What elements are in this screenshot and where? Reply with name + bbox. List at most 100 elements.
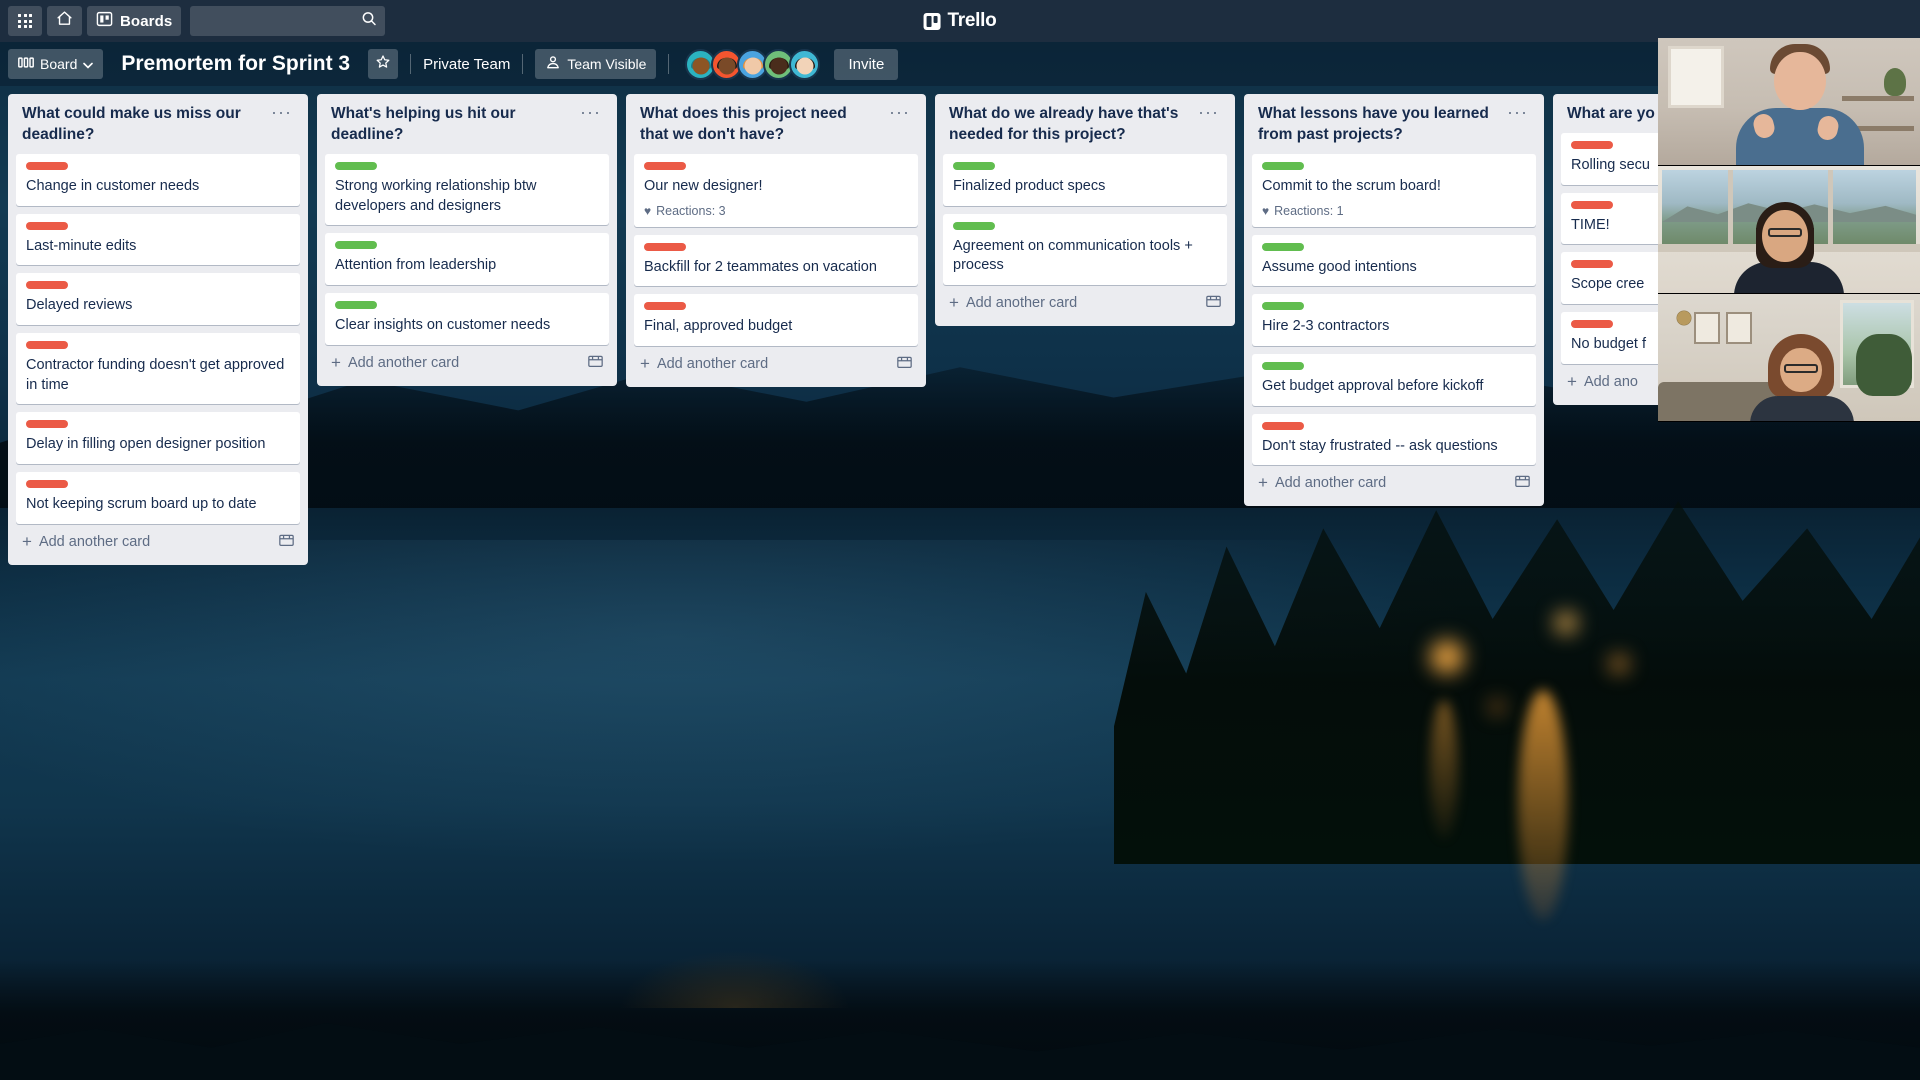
board-card[interactable]: Final, approved budget: [634, 294, 918, 346]
card-label-green[interactable]: [335, 301, 377, 309]
card-label-red[interactable]: [26, 341, 68, 349]
card-template-icon[interactable]: [279, 533, 294, 551]
card-label-red[interactable]: [26, 480, 68, 489]
board-card[interactable]: Change in customer needs: [16, 153, 300, 206]
card-title: Hire 2-3 contractors: [1262, 318, 1390, 335]
board-visibility-button[interactable]: Team Visible: [535, 49, 657, 79]
board-card[interactable]: Clear insights on customer needs: [325, 293, 609, 345]
board-card[interactable]: Our new designer! ♥ Reactions: 3: [634, 153, 918, 227]
card-label-green[interactable]: [335, 241, 377, 250]
list-header: What's helping us hit our deadline? ···: [325, 102, 609, 154]
search-input[interactable]: [190, 6, 386, 36]
add-another-card-button[interactable]: + Add another card: [325, 345, 609, 378]
board-card[interactable]: Delay in filling open designer position: [16, 412, 300, 465]
board-view-switcher-button[interactable]: Board: [8, 49, 104, 79]
add-another-card-button[interactable]: + Add another card: [943, 285, 1227, 318]
card-title: Attention from leadership: [335, 257, 497, 274]
team-visible-icon: [545, 55, 561, 73]
card-label-red[interactable]: [644, 161, 686, 170]
card-reactions-badge[interactable]: ♥ Reactions: 1: [1262, 204, 1528, 218]
invite-button[interactable]: Invite: [834, 48, 899, 80]
add-another-card-button[interactable]: + Add another card: [634, 346, 918, 379]
list-cards: Commit to the scrum board! ♥ Reactions: 1 A…: [1252, 153, 1536, 466]
card-template-icon[interactable]: [1206, 294, 1221, 312]
board-card[interactable]: Delayed reviews: [16, 273, 300, 325]
list-menu-icon[interactable]: ···: [1194, 103, 1223, 121]
board-card[interactable]: Agreement on communication tools + proce…: [943, 213, 1227, 285]
board-card[interactable]: Finalized product specs: [943, 153, 1227, 206]
list-cards: Strong working relationship btw develope…: [325, 153, 609, 345]
board-card[interactable]: Contractor funding doesn't get approved …: [16, 333, 300, 405]
board-card[interactable]: Don't stay frustrated -- ask questions: [1252, 413, 1536, 466]
plus-icon: +: [1567, 371, 1577, 391]
list-title[interactable]: What could make us miss our deadline?: [22, 104, 259, 146]
add-another-card-button[interactable]: + Add another card: [1252, 465, 1536, 498]
board-card[interactable]: Assume good intentions: [1252, 234, 1536, 287]
card-reactions-badge[interactable]: ♥ Reactions: 3: [644, 204, 910, 218]
card-title: Delay in filling open designer position: [26, 436, 266, 453]
list-title[interactable]: What does this project need that we don'…: [640, 104, 877, 146]
card-label-red[interactable]: [1571, 320, 1613, 329]
card-label-red[interactable]: [26, 161, 68, 170]
card-label-green[interactable]: [1262, 362, 1304, 370]
video-call-overlay: [1658, 38, 1920, 422]
card-template-icon[interactable]: [1515, 474, 1530, 492]
card-label-red[interactable]: [1571, 200, 1613, 209]
list-cards: Finalized product specs Agreement on comm…: [943, 153, 1227, 285]
card-label-green[interactable]: [1262, 302, 1304, 311]
card-label-red[interactable]: [1571, 140, 1613, 149]
card-label-red[interactable]: [26, 420, 68, 429]
board-card[interactable]: Attention from leadership: [325, 233, 609, 285]
board-card[interactable]: Last-minute edits: [16, 213, 300, 266]
add-card-label: Add another card: [38, 533, 151, 550]
list-title[interactable]: What do we already have that's needed fo…: [949, 104, 1186, 146]
video-participant-3[interactable]: [1658, 294, 1920, 422]
star-board-button[interactable]: [368, 49, 399, 79]
card-label-green[interactable]: [335, 161, 377, 170]
team-privacy-label[interactable]: Private Team: [423, 56, 510, 73]
list-menu-icon[interactable]: ···: [576, 103, 605, 121]
card-label-red[interactable]: [1262, 421, 1304, 430]
card-label-red[interactable]: [644, 302, 686, 311]
avatar-face: [744, 57, 762, 75]
page-title[interactable]: Premortem for Sprint 3: [115, 52, 356, 76]
board-card[interactable]: Not keeping scrum board up to date: [16, 472, 300, 524]
board-list: What's helping us hit our deadline? ··· St…: [317, 94, 617, 386]
card-template-icon[interactable]: [588, 354, 603, 372]
add-another-card-button[interactable]: + Add another card: [16, 524, 300, 557]
card-title: Backfill for 2 teammates on vacation: [644, 258, 877, 275]
member-avatar-5[interactable]: [789, 48, 821, 80]
board-card[interactable]: Backfill for 2 teammates on vacation: [634, 234, 918, 287]
video-participant-1[interactable]: [1658, 38, 1920, 166]
card-label-red[interactable]: [26, 221, 68, 230]
heart-icon: ♥: [1262, 203, 1270, 218]
boards-button[interactable]: Boards: [87, 6, 182, 36]
board-view-label: Board: [40, 56, 78, 72]
trello-logo[interactable]: Trello: [923, 10, 997, 32]
card-label-green[interactable]: [1262, 161, 1304, 170]
home-button[interactable]: [47, 6, 82, 36]
card-label-green[interactable]: [953, 161, 995, 170]
card-label-green[interactable]: [953, 221, 995, 230]
card-label-red[interactable]: [1571, 260, 1613, 269]
board-card[interactable]: Hire 2-3 contractors: [1252, 294, 1536, 346]
list-title[interactable]: What lessons have you learned from past …: [1258, 104, 1495, 146]
card-template-icon[interactable]: [897, 355, 912, 373]
card-label-green[interactable]: [1262, 242, 1304, 251]
video-participant-2[interactable]: [1658, 166, 1920, 294]
list-title[interactable]: What are yo: [1567, 104, 1655, 125]
list-menu-icon[interactable]: ···: [1503, 103, 1532, 121]
board-card[interactable]: Strong working relationship btw develope…: [325, 153, 609, 226]
board-list: What lessons have you learned from past …: [1244, 94, 1544, 507]
list-menu-icon[interactable]: ···: [885, 103, 914, 121]
board-card[interactable]: Commit to the scrum board! ♥ Reactions: 1: [1252, 153, 1536, 227]
card-title: Get budget approval before kickoff: [1262, 378, 1484, 394]
board-view-icon: [18, 56, 34, 72]
apps-switcher-button[interactable]: [8, 6, 42, 36]
card-label-red[interactable]: [644, 242, 686, 251]
board-card[interactable]: Get budget approval before kickoff: [1252, 354, 1536, 406]
list-menu-icon[interactable]: ···: [267, 103, 296, 121]
list-cards: Change in customer needs Last-minute edit…: [16, 153, 300, 524]
list-title[interactable]: What's helping us hit our deadline?: [331, 104, 568, 146]
card-label-red[interactable]: [26, 281, 68, 290]
